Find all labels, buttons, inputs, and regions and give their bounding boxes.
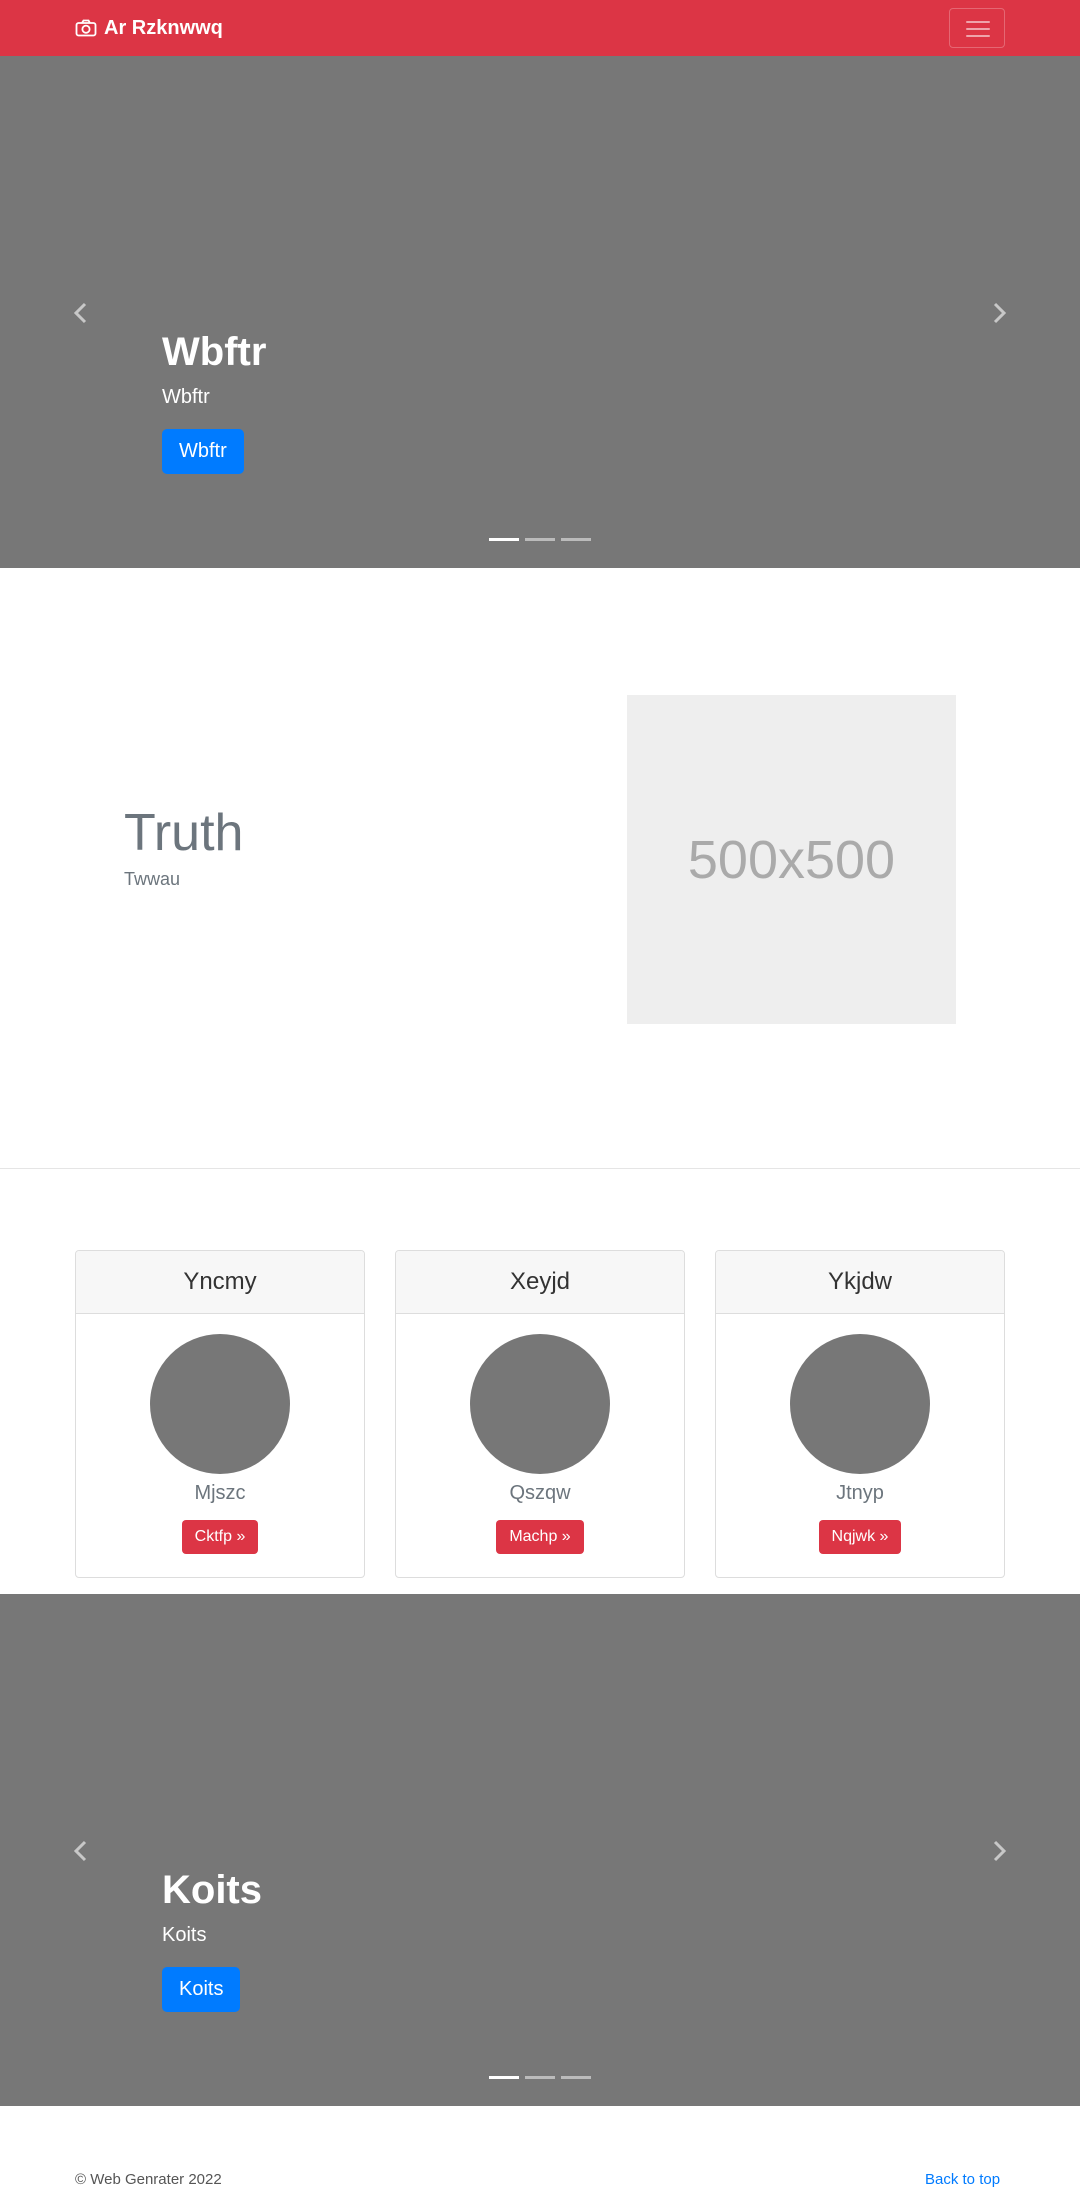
hero-caption: Wbftr Wbftr Wbftr <box>162 328 266 474</box>
card-text: Qszqw <box>509 1482 571 1504</box>
navbar-toggler-button[interactable] <box>949 8 1005 48</box>
hero-subtitle: Wbftr <box>162 386 210 408</box>
hero-title: Wbftr <box>162 330 267 374</box>
card-2: Xeyjd Qszqw Machp » <box>395 1250 685 1578</box>
bottom-cta-button[interactable]: Koits <box>162 1967 241 2012</box>
chevron-right-icon[interactable] <box>984 298 1014 328</box>
avatar <box>150 1334 290 1474</box>
back-to-top-link[interactable]: Back to top <box>925 2171 1000 2188</box>
camera-icon <box>75 19 97 37</box>
avatar <box>470 1334 610 1474</box>
navbar: Ar Rzknwwq <box>0 0 1080 56</box>
feature-heading: Truth <box>124 804 244 862</box>
card-button[interactable]: Nqjwk » <box>818 1520 902 1554</box>
card-text: Mjszc <box>194 1482 246 1504</box>
avatar <box>790 1334 930 1474</box>
footer-copyright: © Web Genrater 2022 <box>75 2171 222 2188</box>
card-header: Ykjdw <box>716 1251 1004 1314</box>
card-header: Xeyjd <box>396 1251 684 1314</box>
indicator-3[interactable] <box>561 2076 591 2079</box>
card-button[interactable]: Machp » <box>496 1520 584 1554</box>
hero-carousel-indicators <box>0 538 1080 541</box>
hamburger-icon <box>966 21 990 23</box>
indicator-1[interactable] <box>489 538 519 541</box>
indicator-3[interactable] <box>561 538 591 541</box>
bottom-caption: Koits Koits Koits <box>162 1866 262 2012</box>
feature-lead: Twwau <box>124 869 181 889</box>
card-text: Jtnyp <box>836 1482 884 1504</box>
brand-link[interactable]: Ar Rzknwwq <box>75 14 223 42</box>
placeholder-label: 500x500 <box>687 829 896 890</box>
chevron-right-icon[interactable] <box>984 1836 1014 1866</box>
hamburger-icon-bar <box>966 35 990 37</box>
indicator-2[interactable] <box>525 2076 555 2079</box>
hero-carousel: Wbftr Wbftr Wbftr <box>0 56 1080 568</box>
hamburger-icon-bar <box>966 28 990 30</box>
chevron-left-icon[interactable] <box>66 298 96 328</box>
feature-image-placeholder: 500x500 <box>627 695 956 1024</box>
section-divider <box>0 1168 1080 1169</box>
bottom-subtitle: Koits <box>162 1924 207 1946</box>
hero-cta-button[interactable]: Wbftr <box>162 429 244 474</box>
bottom-carousel: Koits Koits Koits <box>0 1594 1080 2106</box>
indicator-1[interactable] <box>489 2076 519 2079</box>
card-button[interactable]: Cktfp » <box>181 1520 259 1554</box>
brand-text: Ar Rzknwwq <box>104 16 223 39</box>
card-header: Yncmy <box>76 1251 364 1314</box>
bottom-carousel-indicators <box>0 2076 1080 2079</box>
indicator-2[interactable] <box>525 538 555 541</box>
chevron-left-icon[interactable] <box>66 1836 96 1866</box>
bottom-title: Koits <box>162 1868 262 1912</box>
card-3: Ykjdw Jtnyp Nqjwk » <box>715 1250 1005 1578</box>
card-1: Yncmy Mjszc Cktfp » <box>75 1250 365 1578</box>
